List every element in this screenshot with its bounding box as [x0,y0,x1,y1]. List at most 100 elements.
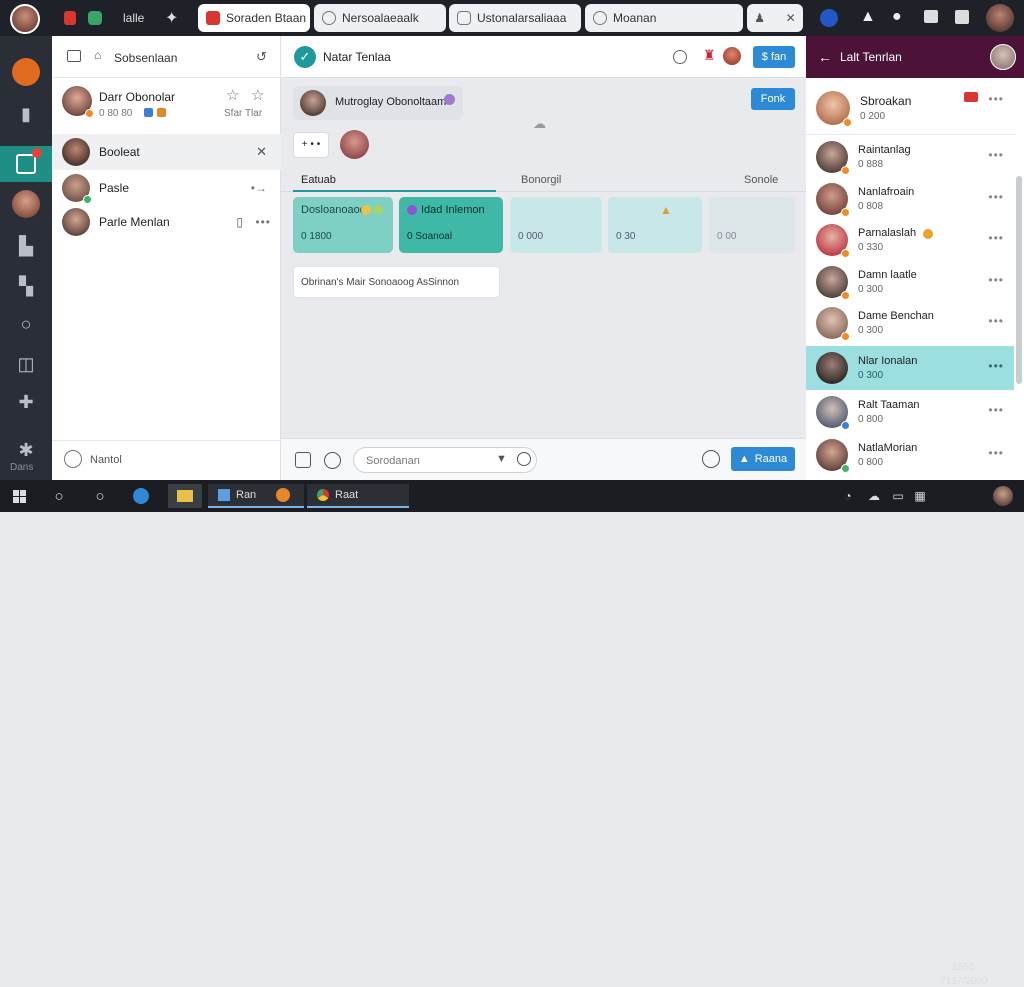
close-icon[interactable]: ✕ [256,144,267,160]
header-action-button[interactable]: $ fan [753,46,795,68]
tab-eatuab[interactable]: Eatuab [301,174,336,186]
shield-icon[interactable] [820,9,838,27]
stat-card[interactable]: 0 00 [709,197,795,253]
red-app-icon[interactable] [64,11,76,25]
star-icon[interactable]: ✦ [165,8,178,28]
pin-icon[interactable]: ♟ [754,11,765,25]
pinned-meta-right: Sfar Tlar [224,108,263,119]
settings-icon[interactable]: ✱ [12,436,40,464]
contact-item[interactable]: NatlaMorian 0 800 ••• [806,434,1016,476]
orange-app-icon[interactable] [12,58,40,86]
tab-close-area[interactable]: ♟ ✕ [747,4,803,32]
contact-item[interactable]: Dame Benchan 0 300 ••• [806,302,1016,344]
send-button[interactable]: ▲ Raana [731,447,795,471]
taskbar-app-2[interactable]: Raat [307,484,409,508]
tab-4[interactable]: Moanan [585,4,743,32]
clock-time[interactable]: 1560 [952,962,974,973]
more-icon[interactable]: ••• [988,403,1004,417]
taskbar-app-1[interactable]: Ran [208,484,304,508]
contact-item[interactable]: Damn laatle 0 300 ••• [806,261,1016,303]
reply-button[interactable]: Fonk [751,88,795,110]
stat-card[interactable]: Idad Inlemon 0 Soanoal [399,197,503,253]
contact-item[interactable]: Raintanlag 0 888 ••• [806,136,1016,178]
list-item[interactable]: Parle Menlan ▯ ••• [52,204,281,240]
list-item[interactable]: Pasle •→ [52,170,281,206]
avatar [62,86,94,118]
tab-2[interactable]: Nersoalaeaalk [314,4,446,32]
contact-item[interactable]: Nanlafroain 0 808 ••• [806,178,1016,220]
chevron-down-icon[interactable]: ▼ [496,453,507,465]
tab-bonorgil[interactable]: Bonorgil [521,174,561,186]
search-icon[interactable]: ○ [48,484,70,508]
tab-3[interactable]: Ustonalarsaliaaa [449,4,581,32]
more-icon[interactable]: ••• [988,231,1004,245]
scrollbar[interactable] [1016,176,1022,384]
document-icon[interactable]: ▚ [12,272,40,300]
list-item[interactable]: Booleat ✕ [52,134,281,170]
close-icon[interactable]: ✕ [786,11,796,25]
avatar [816,396,850,430]
more-icon[interactable]: ••• [988,92,1004,106]
contact-item[interactable]: Ralt Taaman 0 800 ••• [806,391,1016,433]
cloud-icon[interactable]: ☁ [866,484,882,508]
contact-item[interactable]: Sbroakan 0 200 ••• [806,86,1016,130]
stat-card[interactable]: ▲ 0 30 [608,197,702,253]
more-icon[interactable]: ••• [255,215,271,229]
bell-icon[interactable]: ▲ [860,8,876,26]
inbox-icon[interactable] [67,50,81,62]
file-icon[interactable]: ▯ [236,215,243,229]
user-avatar[interactable] [992,484,1014,508]
contact-sub: 0 888 [858,159,884,170]
tab-sonole[interactable]: Sonole [744,174,778,186]
star-outline-icon[interactable]: ☆ [226,86,239,104]
pinned-conversation[interactable]: Darr Obonolar 0 80 80 ☆ ☆ Sfar Tlar [52,82,281,126]
more-icon[interactable]: ••• [988,190,1004,204]
avatar[interactable] [723,47,741,65]
chat-icon[interactable]: ● [892,8,902,26]
chart-icon[interactable]: ◫ [12,350,40,378]
smile-icon[interactable] [702,450,720,468]
reply-chip[interactable]: + • • [293,132,329,158]
stat-card[interactable]: 0 000 [510,197,602,253]
tray-icon[interactable]: ◔ [840,484,856,508]
attach-icon[interactable] [295,452,311,468]
card-title: Idad Inlemon [421,204,485,216]
more-icon[interactable]: •→ [251,181,267,195]
timer-icon[interactable] [673,50,687,64]
star-outline-icon[interactable]: ☆ [251,86,264,104]
briefcase-icon[interactable] [924,10,938,23]
contact-item[interactable]: Parnalaslah 0 330 ••• [806,219,1016,261]
clock-date[interactable]: 7137/2000 [940,976,987,987]
more-icon[interactable]: ••• [988,314,1004,328]
avatar [340,130,369,159]
more-icon[interactable]: ••• [988,273,1004,287]
tab-1[interactable]: Soraden Btaan [198,4,310,32]
profile-avatar[interactable] [12,190,40,218]
lock-icon[interactable]: ▮ [12,100,40,128]
avatar[interactable] [990,44,1016,70]
folder-icon[interactable]: ▙ [12,232,40,260]
home-icon[interactable]: ⌂ [94,48,101,62]
back-arrow-icon[interactable]: ← [818,49,832,65]
info-icon[interactable] [64,450,82,468]
file-explorer-icon[interactable] [168,484,202,508]
refresh-icon[interactable]: ↺ [256,49,267,65]
contact-item[interactable]: Nlar Ionalan 0 300 ••• [806,347,1016,389]
app-t-icon[interactable] [955,10,969,24]
user-avatar[interactable] [986,4,1014,32]
emoji-button-icon[interactable] [324,452,341,469]
puzzle-icon[interactable]: ✚ [12,388,40,416]
more-icon[interactable]: ••• [988,359,1004,373]
more-icon[interactable]: ••• [988,148,1004,162]
calendar-icon[interactable]: ▦ [912,484,928,508]
browser-icon[interactable] [130,484,152,508]
clock-icon[interactable] [517,452,531,466]
green-app-icon[interactable] [88,11,102,25]
battery-icon[interactable]: ▭ [890,484,906,508]
windows-start-icon[interactable] [10,484,28,508]
chat-icon[interactable]: ○ [89,484,111,508]
alert-icon[interactable]: ♜ [703,47,716,64]
avatar[interactable] [10,4,40,34]
search-icon[interactable]: ○ [12,310,40,338]
more-icon[interactable]: ••• [988,446,1004,460]
